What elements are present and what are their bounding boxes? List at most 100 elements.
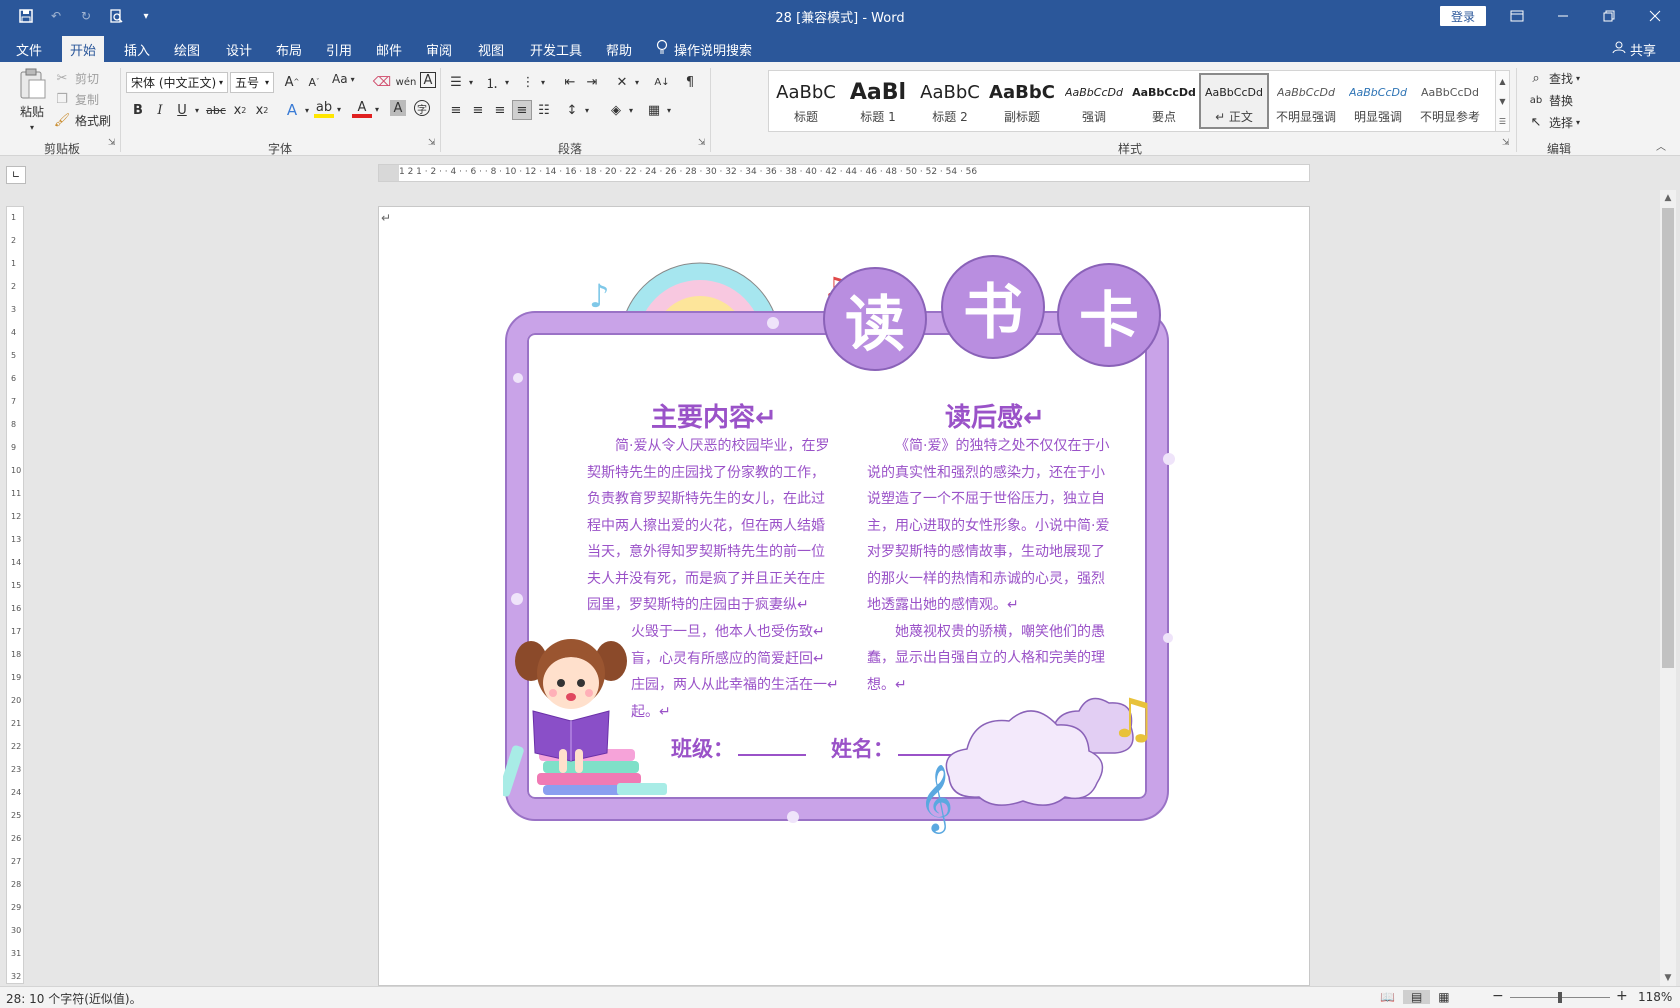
minimize-icon[interactable]	[1540, 0, 1586, 32]
asian-layout-button[interactable]: ✕ ▾	[612, 72, 639, 92]
replace-button[interactable]: ab 替换	[1526, 90, 1573, 110]
tab-view[interactable]: 视图	[470, 36, 512, 62]
paragraph-launcher-icon[interactable]: ⇲	[698, 138, 706, 148]
shrink-font-button[interactable]: Aˇ	[304, 72, 324, 92]
format-painter-button[interactable]: 🖌 格式刷	[52, 110, 111, 130]
character-shading-button[interactable]: A	[390, 100, 406, 116]
style-heading-2[interactable]: AaBbC 标题 2	[915, 73, 985, 129]
collapse-ribbon-icon[interactable]: ︿	[1656, 138, 1666, 153]
text-effects-button[interactable]: A ▾	[282, 100, 309, 120]
cut-button[interactable]: ✂ 剪切	[52, 68, 99, 88]
show-marks-button[interactable]: ¶	[680, 72, 700, 92]
ribbon-display-options-icon[interactable]	[1494, 0, 1540, 32]
read-mode-icon[interactable]: 📖	[1380, 990, 1395, 1004]
style-normal[interactable]: AaBbCcDd ↵ 正文	[1199, 73, 1269, 129]
grow-font-button[interactable]: A ^	[282, 72, 302, 92]
share-button[interactable]: 共享	[1612, 36, 1656, 62]
style-intense-emphasis[interactable]: AaBbCcDd 明显强调	[1343, 73, 1413, 129]
chevron-down-icon[interactable]: ▼	[1499, 97, 1505, 106]
document-page[interactable]: ↵ ♪ ♫ ♪ 读 书 卡 主要内容↵ 简·爱从令人厌恶的校园毕业，在罗契斯特先…	[378, 206, 1310, 986]
bullets-button[interactable]: ☰ ▾	[446, 72, 473, 92]
justify-button[interactable]: ≡	[512, 100, 532, 120]
zoom-out-icon[interactable]: −	[1492, 988, 1504, 1004]
style-strong[interactable]: AaBbCcDd 要点	[1129, 73, 1199, 129]
increase-indent-button[interactable]: ⇥	[582, 72, 602, 92]
styles-launcher-icon[interactable]: ⇲	[1502, 138, 1510, 148]
style-heading-1[interactable]: AaBl 标题 1	[843, 73, 913, 129]
tab-developer[interactable]: 开发工具	[522, 36, 590, 62]
zoom-level[interactable]: 118%	[1638, 990, 1672, 1004]
close-icon[interactable]	[1632, 0, 1678, 32]
style-emphasis[interactable]: AaBbCcDd 强调	[1059, 73, 1129, 129]
class-blank[interactable]	[738, 736, 806, 756]
style-subtle-emphasis[interactable]: AaBbCcDd 不明显强调	[1271, 73, 1341, 129]
font-name-combo[interactable]: 宋体 (中文正文) ▾	[126, 72, 228, 93]
print-layout-icon[interactable]: ▤	[1402, 990, 1431, 1004]
scroll-thumb[interactable]	[1662, 208, 1674, 668]
align-left-button[interactable]: ≡	[446, 100, 466, 120]
tab-design[interactable]: 设计	[218, 36, 260, 62]
horizontal-ruler[interactable]: 1 2 1 · 2 · · 4 · · 6 · · 8 · 10 · 12 · …	[378, 164, 1310, 182]
style-subtle-reference[interactable]: AaBbCcDd 不明显参考	[1415, 73, 1485, 129]
find-button[interactable]: ⌕ 查找 ▾	[1526, 68, 1580, 88]
clipboard-launcher-icon[interactable]: ⇲	[108, 138, 116, 148]
character-border-button[interactable]: A	[420, 72, 436, 88]
tab-mailings[interactable]: 邮件	[368, 36, 410, 62]
bold-button[interactable]: B	[128, 100, 148, 120]
tab-help[interactable]: 帮助	[598, 36, 640, 62]
phonetic-guide-button[interactable]: wén	[396, 72, 417, 92]
select-button[interactable]: ↖ 选择 ▾	[1526, 112, 1580, 132]
tab-review[interactable]: 审阅	[418, 36, 460, 62]
font-color-button[interactable]: A ▾	[352, 100, 379, 118]
tab-insert[interactable]: 插入	[116, 36, 158, 62]
scroll-up-icon[interactable]: ▲	[1660, 190, 1676, 206]
web-layout-icon[interactable]: ▦	[1438, 990, 1449, 1004]
tab-draw[interactable]: 绘图	[166, 36, 208, 62]
style-subtitle[interactable]: AaBbC 副标题	[987, 73, 1057, 129]
zoom-in-icon[interactable]: +	[1616, 988, 1628, 1004]
distributed-button[interactable]: ☷	[534, 100, 554, 120]
tab-selector[interactable]: ∟	[6, 166, 26, 184]
style-title[interactable]: AaBbC 标题	[771, 73, 841, 129]
tab-home[interactable]: 开始	[62, 36, 105, 62]
strikethrough-icon: abc	[206, 103, 226, 117]
decrease-indent-button[interactable]: ⇤	[560, 72, 580, 92]
tab-file[interactable]: 文件	[8, 36, 50, 62]
numbering-button[interactable]: ⒈ ▾	[482, 72, 509, 92]
vertical-ruler[interactable]: 1 2 1 2 3 4 5 6 7 8 9 10 11 12 13 14 15 16 17 18 19 20 21 22 23 2…	[6, 206, 24, 984]
more-styles-icon[interactable]: ☰	[1499, 117, 1506, 126]
borders-button[interactable]: ▦ ▾	[644, 100, 671, 120]
vertical-scrollbar[interactable]: ▲ ▼	[1660, 190, 1676, 986]
align-center-button[interactable]: ≡	[468, 100, 488, 120]
zoom-slider-thumb[interactable]	[1558, 992, 1562, 1003]
strikethrough-button[interactable]: abc	[206, 100, 226, 120]
zoom-slider[interactable]	[1510, 992, 1610, 1003]
align-right-button[interactable]: ≡	[490, 100, 510, 120]
chevron-up-icon[interactable]: ▲	[1499, 77, 1505, 86]
copy-button[interactable]: ❐ 复制	[52, 89, 99, 109]
underline-button[interactable]: U ▾	[172, 100, 199, 120]
tab-layout[interactable]: 布局	[268, 36, 310, 62]
word-count[interactable]: 28: 10 个字符(近似值)。	[6, 990, 142, 1007]
shading-button[interactable]: ◈ ▾	[606, 100, 633, 120]
class-field[interactable]: 班级：	[671, 733, 806, 763]
superscript-button[interactable]: x2	[252, 100, 272, 120]
scroll-down-icon[interactable]: ▼	[1660, 970, 1676, 986]
clear-formatting-button[interactable]: ⌫	[372, 72, 392, 92]
line-spacing-button[interactable]: ↕ ▾	[562, 100, 589, 120]
styles-gallery-scroll[interactable]: ▲ ▼ ☰	[1496, 70, 1510, 132]
tell-me-search[interactable]: 操作说明搜索	[656, 36, 752, 62]
font-size-combo[interactable]: 五号 ▾	[230, 72, 274, 93]
tab-references[interactable]: 引用	[318, 36, 360, 62]
subscript-button[interactable]: x2	[230, 100, 250, 120]
restore-icon[interactable]	[1586, 0, 1632, 32]
highlight-button[interactable]: ab ▾	[314, 100, 341, 118]
enclose-characters-button[interactable]: 字	[414, 100, 430, 116]
login-button[interactable]: 登录	[1440, 6, 1486, 26]
multilevel-list-button[interactable]: ⋮ ▾	[518, 72, 546, 92]
sort-button[interactable]: A↓	[652, 72, 672, 92]
paste-button[interactable]: 粘贴 ▾	[12, 68, 52, 132]
change-case-button[interactable]: Aa ▾	[332, 72, 355, 86]
italic-button[interactable]: I	[150, 100, 170, 120]
font-launcher-icon[interactable]: ⇲	[428, 138, 436, 148]
